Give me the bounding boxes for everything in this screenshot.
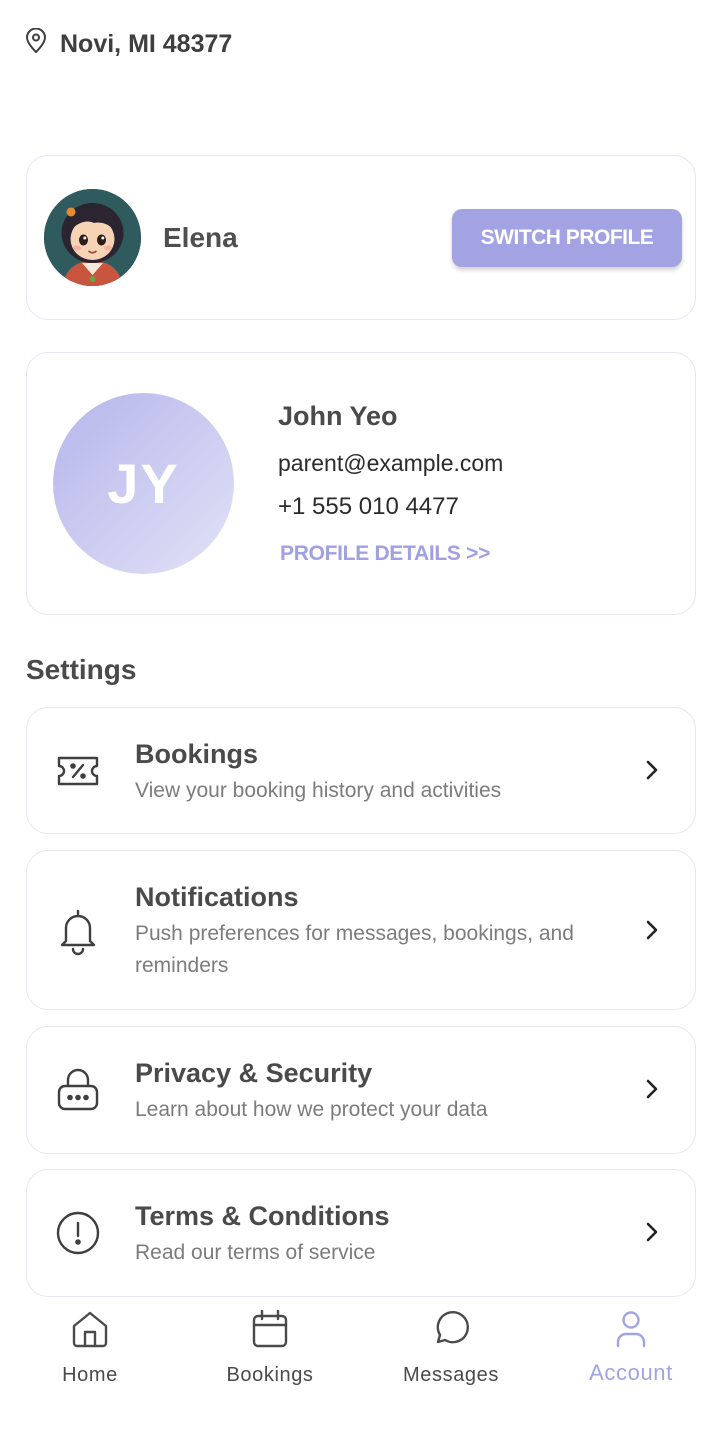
chat-bubble-icon [431,1308,471,1350]
settings-heading: Settings [26,654,137,685]
nav-item-bookings[interactable]: Bookings [190,1308,350,1387]
settings-item-description: View your booking history and activities [135,779,502,802]
settings-item-title: Privacy & Security [135,1058,373,1088]
settings-item-terms-conditions[interactable]: Terms & Conditions Read our terms of ser… [26,1169,696,1297]
settings-item-title: Terms & Conditions [135,1201,390,1231]
location-header[interactable]: Novi, MI 48377 [24,27,233,61]
settings-item-title: Notifications [135,882,299,912]
chevron-right-icon [643,758,661,782]
nav-label-home: Home [62,1364,118,1386]
settings-item-description: Push preferences for messages, bookings,… [135,922,574,977]
parent-name: John Yeo [278,401,398,431]
lock-icon [53,1065,103,1115]
bell-icon [53,906,103,956]
settings-item-description: Learn about how we protect your data [135,1098,488,1121]
nav-label-messages: Messages [403,1364,499,1386]
user-icon [611,1308,651,1350]
parent-phone: +1 555 010 4477 [278,493,459,520]
child-name: Elena [163,222,238,253]
nav-item-account[interactable]: Account [551,1308,711,1386]
info-circle-icon [53,1208,103,1258]
bottom-navigation: Home Bookings Messages Account [0,1298,722,1448]
chevron-right-icon [643,1077,661,1101]
child-avatar [44,189,141,286]
parent-email: parent@example.com [278,450,504,476]
settings-item-privacy-security[interactable]: Privacy & Security Learn about how we pr… [26,1026,696,1154]
nav-item-home[interactable]: Home [10,1308,170,1387]
calendar-icon [250,1308,290,1350]
settings-item-notifications[interactable]: Notifications Push preferences for messa… [26,850,696,1010]
map-pin-icon [24,27,48,61]
nav-item-messages[interactable]: Messages [371,1308,531,1387]
settings-item-bookings[interactable]: Bookings View your booking history and a… [26,707,696,834]
settings-item-title: Bookings [135,739,259,769]
home-icon [70,1308,110,1350]
nav-label-bookings: Bookings [226,1364,314,1386]
parent-profile-card: JY John Yeo parent@example.com +1 555 01… [26,352,696,615]
switch-profile-button[interactable]: SWITCH PROFILE [452,209,682,267]
chevron-right-icon [643,1220,661,1244]
profile-details-link[interactable]: PROFILE DETAILS >> [280,542,490,566]
location-text: Novi, MI 48377 [60,30,233,58]
ticket-discount-icon [53,746,103,796]
parent-avatar: JY [53,393,234,574]
nav-label-account: Account [589,1360,673,1385]
chevron-right-icon [643,918,661,942]
settings-item-description: Read our terms of service [135,1241,376,1264]
child-profile-card: Elena SWITCH PROFILE [26,155,696,320]
